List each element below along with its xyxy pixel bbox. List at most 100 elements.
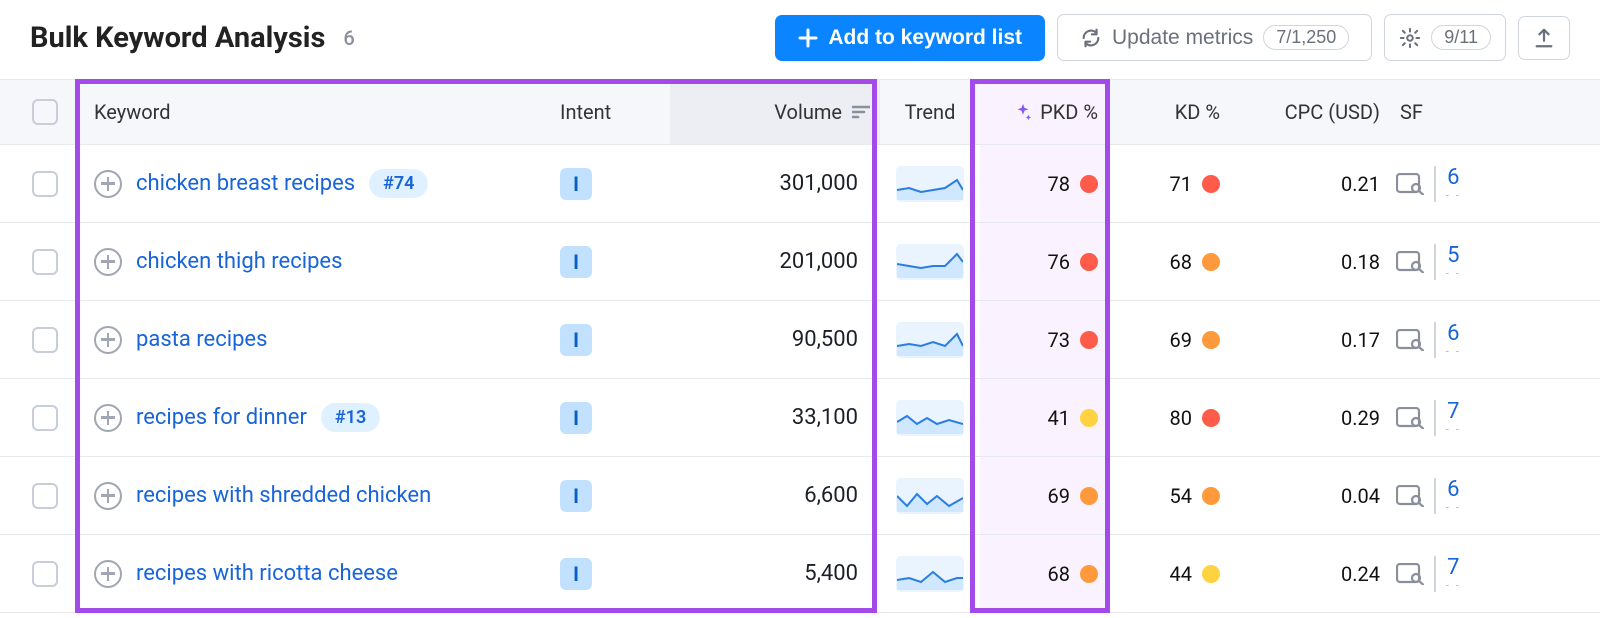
intent-badge[interactable]: I bbox=[560, 402, 592, 434]
serp-icon[interactable] bbox=[1396, 251, 1424, 273]
intent-badge[interactable]: I bbox=[560, 480, 592, 512]
keyword-count: 6 bbox=[343, 26, 354, 50]
pkd-difficulty-dot bbox=[1080, 331, 1098, 349]
pkd-difficulty-dot bbox=[1080, 175, 1098, 193]
col-cpc[interactable]: CPC (USD) bbox=[1230, 100, 1390, 124]
keyword-link[interactable]: chicken thigh recipes bbox=[136, 249, 342, 274]
intent-badge[interactable]: I bbox=[560, 168, 592, 200]
trend-sparkline[interactable] bbox=[896, 244, 964, 280]
trend-sparkline[interactable] bbox=[896, 166, 964, 202]
expand-icon[interactable] bbox=[94, 404, 122, 432]
update-metrics-button[interactable]: Update metrics 7/1,250 bbox=[1057, 14, 1372, 61]
row-checkbox[interactable] bbox=[32, 561, 58, 587]
update-quota-pill: 7/1,250 bbox=[1263, 25, 1349, 50]
kd-difficulty-dot bbox=[1202, 409, 1220, 427]
keywords-table: Keyword Intent Volume Trend PKD % KD % C… bbox=[0, 79, 1600, 613]
intent-badge[interactable]: I bbox=[560, 558, 592, 590]
col-keyword[interactable]: Keyword bbox=[80, 100, 550, 124]
col-volume-label: Volume bbox=[774, 100, 842, 124]
expand-icon[interactable] bbox=[94, 170, 122, 198]
col-trend[interactable]: Trend bbox=[880, 100, 980, 124]
sf-divider bbox=[1434, 478, 1436, 514]
select-all-checkbox[interactable] bbox=[32, 99, 58, 125]
trend-sparkline[interactable] bbox=[896, 556, 964, 592]
volume-value: 301,000 bbox=[670, 171, 880, 196]
sf-link[interactable]: 6 - - bbox=[1446, 479, 1462, 513]
keyword-link[interactable]: recipes with shredded chicken bbox=[136, 483, 431, 508]
kd-value: 68 bbox=[1170, 250, 1192, 274]
sf-link[interactable]: 6 - - bbox=[1446, 323, 1462, 357]
export-icon bbox=[1533, 27, 1555, 49]
serp-icon[interactable] bbox=[1396, 407, 1424, 429]
keyword-link[interactable]: recipes for dinner bbox=[136, 405, 307, 430]
row-checkbox[interactable] bbox=[32, 171, 58, 197]
serp-icon[interactable] bbox=[1396, 563, 1424, 585]
columns-pill: 9/11 bbox=[1431, 25, 1491, 50]
sf-divider bbox=[1434, 322, 1436, 358]
volume-value: 90,500 bbox=[670, 327, 880, 352]
keyword-link[interactable]: pasta recipes bbox=[136, 327, 267, 352]
trend-sparkline[interactable] bbox=[896, 478, 964, 514]
row-checkbox[interactable] bbox=[32, 405, 58, 431]
col-sf[interactable]: SF bbox=[1390, 100, 1540, 124]
pkd-value: 78 bbox=[1048, 172, 1070, 196]
intent-badge[interactable]: I bbox=[560, 324, 592, 356]
cpc-value: 0.18 bbox=[1230, 250, 1390, 274]
table-row: recipes for dinner #13 I 33,100 41 80 bbox=[0, 379, 1600, 457]
trend-sparkline[interactable] bbox=[896, 400, 964, 436]
sf-link[interactable]: 7 - - bbox=[1446, 557, 1462, 591]
kd-difficulty-dot bbox=[1202, 253, 1220, 271]
table-row: recipes with ricotta cheese I 5,400 68 4… bbox=[0, 535, 1600, 613]
trend-sparkline[interactable] bbox=[896, 322, 964, 358]
pkd-value: 69 bbox=[1048, 484, 1070, 508]
serp-icon[interactable] bbox=[1396, 485, 1424, 507]
col-intent[interactable]: Intent bbox=[550, 100, 670, 124]
row-checkbox[interactable] bbox=[32, 483, 58, 509]
table-row: pasta recipes I 90,500 73 69 0 bbox=[0, 301, 1600, 379]
serp-icon[interactable] bbox=[1396, 173, 1424, 195]
plus-icon bbox=[798, 28, 818, 48]
table-row: chicken thigh recipes I 201,000 76 68 bbox=[0, 223, 1600, 301]
expand-icon[interactable] bbox=[94, 326, 122, 354]
export-button[interactable] bbox=[1518, 16, 1570, 60]
cpc-value: 0.29 bbox=[1230, 406, 1390, 430]
kd-difficulty-dot bbox=[1202, 331, 1220, 349]
cpc-value: 0.17 bbox=[1230, 328, 1390, 352]
volume-value: 33,100 bbox=[670, 405, 880, 430]
expand-icon[interactable] bbox=[94, 248, 122, 276]
table-header-row: Keyword Intent Volume Trend PKD % KD % C… bbox=[0, 79, 1600, 145]
col-pkd[interactable]: PKD % bbox=[980, 80, 1110, 144]
keyword-link[interactable]: recipes with ricotta cheese bbox=[136, 561, 398, 586]
kd-value: 69 bbox=[1170, 328, 1192, 352]
serp-icon[interactable] bbox=[1396, 329, 1424, 351]
sf-divider bbox=[1434, 244, 1436, 280]
col-volume[interactable]: Volume bbox=[670, 80, 880, 144]
keyword-link[interactable]: chicken breast recipes bbox=[136, 171, 355, 196]
rank-pill: #13 bbox=[321, 403, 380, 432]
row-checkbox[interactable] bbox=[32, 327, 58, 353]
add-to-keyword-list-button[interactable]: Add to keyword list bbox=[775, 15, 1045, 61]
pkd-value: 73 bbox=[1048, 328, 1070, 352]
pkd-value: 68 bbox=[1048, 562, 1070, 586]
pkd-difficulty-dot bbox=[1080, 565, 1098, 583]
table-settings-button[interactable]: 9/11 bbox=[1384, 14, 1506, 61]
expand-icon[interactable] bbox=[94, 482, 122, 510]
refresh-icon bbox=[1080, 27, 1102, 49]
rank-pill: #74 bbox=[369, 169, 428, 198]
intent-badge[interactable]: I bbox=[560, 246, 592, 278]
sf-link[interactable]: 7 - - bbox=[1446, 401, 1462, 435]
sf-link[interactable]: 5 - - bbox=[1446, 245, 1462, 279]
volume-value: 201,000 bbox=[670, 249, 880, 274]
update-button-label: Update metrics bbox=[1112, 26, 1253, 50]
volume-value: 6,600 bbox=[670, 483, 880, 508]
row-checkbox[interactable] bbox=[32, 249, 58, 275]
kd-difficulty-dot bbox=[1202, 487, 1220, 505]
pkd-difficulty-dot bbox=[1080, 487, 1098, 505]
sf-link[interactable]: 6 - - bbox=[1446, 167, 1462, 201]
col-kd[interactable]: KD % bbox=[1110, 100, 1230, 124]
expand-icon[interactable] bbox=[94, 560, 122, 588]
kd-value: 71 bbox=[1170, 172, 1192, 196]
sf-divider bbox=[1434, 556, 1436, 592]
kd-value: 80 bbox=[1170, 406, 1192, 430]
col-pkd-label: PKD % bbox=[1040, 100, 1098, 124]
